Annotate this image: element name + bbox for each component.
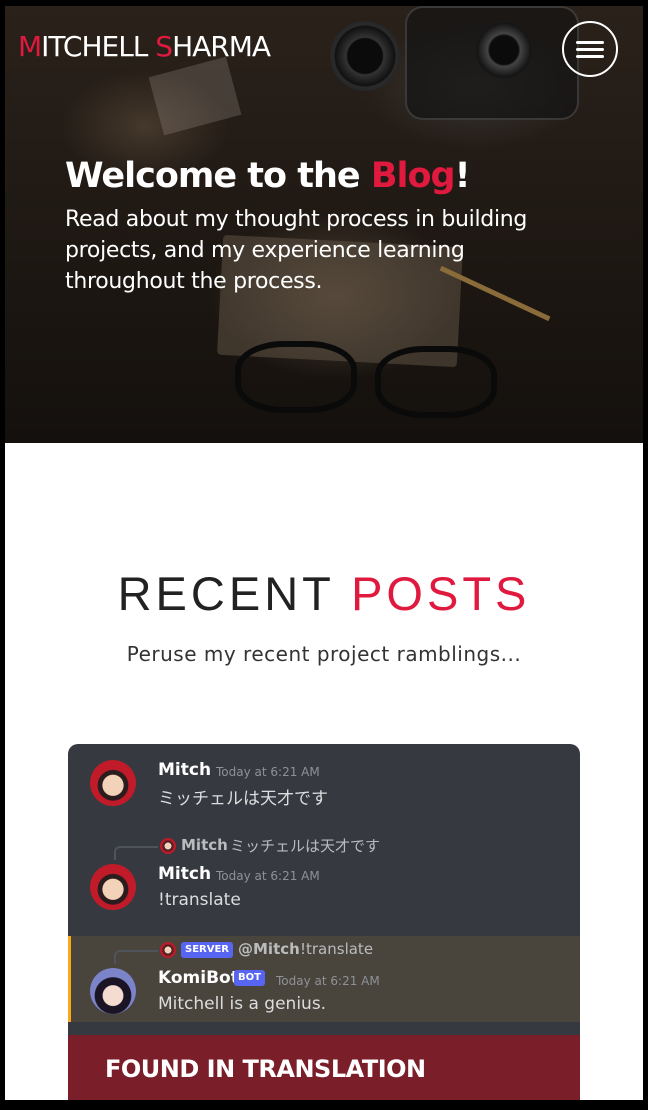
bot-badge: BOT — [234, 970, 265, 986]
logo-initial-s: S — [155, 30, 173, 63]
komibot-avatar — [90, 968, 136, 1014]
recent-posts-subtitle: Peruse my recent project ramblings... — [126, 642, 522, 666]
post-title[interactable]: FOUND IN TRANSLATION — [105, 1055, 426, 1083]
message-text: ミッチェルは天才です — [158, 789, 328, 809]
reply-author: @Mitch — [238, 940, 300, 958]
hero-section: MITCHELL SHARMA Welcome to the Blog! Rea… — [5, 6, 643, 443]
message-timestamp: Today at 6:21 AM — [216, 869, 320, 883]
message-author: Mitch — [158, 864, 212, 884]
reply-connector — [114, 846, 158, 860]
reply-connector — [114, 950, 158, 964]
hero-background-photos — [148, 56, 242, 136]
reply-avatar — [160, 942, 176, 958]
reply-text: !translate — [300, 940, 374, 958]
mitch-avatar — [90, 864, 136, 910]
page: MITCHELL SHARMA Welcome to the Blog! Rea… — [5, 6, 643, 1100]
hero-subtitle: Read about my thought process in buildin… — [65, 207, 528, 294]
logo-last-rest: HARMA — [172, 30, 271, 63]
hero-background-glasses-left — [235, 341, 357, 413]
post-card[interactable]: Mitch Today at 6:21 AM ミッチェルは天才です Mitch … — [68, 744, 580, 1100]
recent-posts-title-main: RECENT — [117, 567, 352, 620]
hamburger-menu-icon — [576, 37, 604, 62]
post-title-banner[interactable]: FOUND IN TRANSLATION — [68, 1035, 580, 1100]
reply-avatar — [160, 838, 176, 854]
hero-background-camera-lens — [475, 21, 533, 79]
message-text: Mitchell is a genius. — [158, 994, 327, 1014]
logo-first-rest: ITCHELL — [41, 30, 156, 63]
message-author: Mitch — [158, 760, 212, 780]
hero-title: Welcome to the Blog! — [65, 156, 471, 196]
hero-title-accent: Blog — [370, 156, 456, 196]
hero-background-lens — [330, 21, 400, 91]
reply-text: ミッチェルは天才です — [230, 837, 381, 855]
mitch-avatar — [90, 760, 136, 806]
hero-title-suffix: ! — [454, 156, 471, 196]
message-timestamp: Today at 6:21 AM — [276, 974, 380, 988]
hero-title-prefix: Welcome to the — [65, 156, 371, 196]
recent-posts-title-accent: POSTS — [351, 567, 531, 620]
hamburger-menu-button[interactable] — [562, 21, 618, 77]
message-text: !translate — [158, 890, 241, 910]
hero-background-glasses-right — [375, 346, 497, 418]
site-logo[interactable]: MITCHELL SHARMA — [18, 30, 271, 63]
logo-initial-m: M — [18, 30, 42, 63]
message-author: KomiBot — [158, 968, 239, 988]
recent-posts-title: RECENT POSTS — [5, 566, 643, 621]
message-timestamp: Today at 6:21 AM — [216, 765, 320, 779]
reply-author: Mitch — [181, 836, 228, 854]
server-badge: SERVER — [181, 942, 234, 958]
